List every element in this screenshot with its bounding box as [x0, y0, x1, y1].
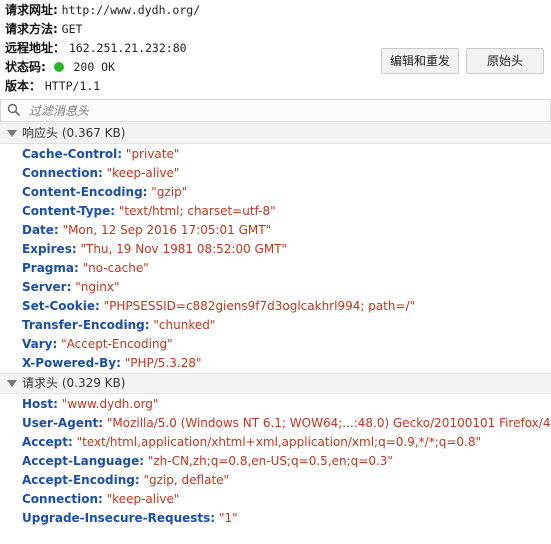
- search-icon: [7, 103, 21, 117]
- header-name: Connection:: [22, 166, 103, 180]
- header-value: "Thu, 19 Nov 1981 08:52:00 GMT": [80, 242, 288, 256]
- header-value: "keep-alive": [106, 166, 180, 180]
- edit-and-resend-button[interactable]: 编辑和重发: [381, 48, 459, 74]
- request-headers-section-toggle[interactable]: 请求头 (0.329 KB): [0, 373, 551, 394]
- header-value: "Mozilla/5.0 (Windows NT 6.1; WOW64;...:…: [106, 416, 551, 430]
- request-url-row: 请求网址: http://www.dydh.org/: [5, 1, 200, 20]
- header-row[interactable]: Upgrade-Insecure-Requests: "1": [22, 509, 238, 528]
- header-value: "private": [125, 147, 180, 161]
- header-value: "keep-alive": [106, 492, 180, 506]
- request-method-label: 请求方法:: [5, 22, 58, 36]
- header-row[interactable]: Accept: "text/html,application/xhtml+xml…: [22, 433, 481, 452]
- request-url-label: 请求网址:: [5, 3, 58, 17]
- response-headers-title: 响应头 (0.367 KB): [22, 126, 126, 140]
- filter-headers-input[interactable]: [27, 102, 531, 120]
- http-version-value: HTTP/1.1: [44, 79, 101, 93]
- request-method-value: GET: [61, 22, 83, 36]
- filter-headers-box[interactable]: [0, 99, 551, 122]
- header-value: "nginx": [75, 280, 120, 294]
- header-name: Accept-Language:: [22, 454, 145, 468]
- header-value: "chunked": [153, 318, 216, 332]
- header-value: "text/html,application/xhtml+xml,applica…: [76, 435, 482, 449]
- header-row[interactable]: Content-Encoding: "gzip": [22, 183, 187, 202]
- remote-address-label: 远程地址：: [5, 41, 66, 55]
- header-name: Host:: [22, 397, 58, 411]
- status-ok-icon: [53, 62, 64, 72]
- status-code-value: 200 OK: [73, 60, 116, 74]
- response-headers-section-toggle[interactable]: 响应头 (0.367 KB): [0, 123, 551, 144]
- status-code-label: 状态码:: [5, 60, 46, 74]
- header-name: Content-Encoding:: [22, 185, 148, 199]
- header-name: Cache-Control:: [22, 147, 123, 161]
- header-name: Transfer-Encoding:: [22, 318, 150, 332]
- header-value: "1": [218, 511, 238, 525]
- request-url-value: http://www.dydh.org/: [61, 3, 201, 17]
- header-row[interactable]: Date: "Mon, 12 Sep 2016 17:05:01 GMT": [22, 221, 271, 240]
- expand-triangle-icon: [7, 130, 17, 137]
- http-version-row: 版本： HTTP/1.1: [5, 77, 100, 96]
- header-value: "www.dydh.org": [61, 397, 159, 411]
- header-value: "gzip, deflate": [143, 473, 230, 487]
- request-summary: 请求网址: http://www.dydh.org/ 请求方法: GET 远程地…: [0, 0, 551, 100]
- header-row[interactable]: Connection: "keep-alive": [22, 490, 179, 509]
- header-row[interactable]: Pragma: "no-cache": [22, 259, 149, 278]
- header-name: Accept-Encoding:: [22, 473, 140, 487]
- header-row[interactable]: Connection: "keep-alive": [22, 164, 179, 183]
- header-row[interactable]: Set-Cookie: "PHPSESSID=c882giens9f7d3ogl…: [22, 297, 415, 316]
- remote-address-row: 远程地址： 162.251.21.232:80: [5, 39, 187, 58]
- header-row[interactable]: Content-Type: "text/html; charset=utf-8": [22, 202, 276, 221]
- header-value: "PHPSESSID=c882giens9f7d3oglcakhrl994; p…: [103, 299, 416, 313]
- header-row[interactable]: Expires: "Thu, 19 Nov 1981 08:52:00 GMT": [22, 240, 287, 259]
- header-name: Pragma:: [22, 261, 79, 275]
- header-row[interactable]: Vary: "Accept-Encoding": [22, 335, 173, 354]
- expand-triangle-icon: [7, 380, 17, 387]
- header-name: Content-Type:: [22, 204, 116, 218]
- raw-headers-button[interactable]: 原始头: [466, 48, 544, 74]
- header-row[interactable]: Cache-Control: "private": [22, 145, 179, 164]
- header-value: "zh-CN,zh;q=0.8,en-US;q=0.5,en;q=0.3": [147, 454, 393, 468]
- header-row[interactable]: Server: "nginx": [22, 278, 120, 297]
- header-value: "text/html; charset=utf-8": [118, 204, 276, 218]
- header-name: Set-Cookie:: [22, 299, 100, 313]
- http-version-label: 版本：: [5, 79, 42, 93]
- header-name: Server:: [22, 280, 72, 294]
- header-value: "no-cache": [82, 261, 149, 275]
- header-name: Upgrade-Insecure-Requests:: [22, 511, 216, 525]
- header-name: Expires:: [22, 242, 77, 256]
- remote-address-value: 162.251.21.232:80: [68, 41, 187, 55]
- header-row[interactable]: User-Agent: "Mozilla/5.0 (Windows NT 6.1…: [22, 414, 551, 433]
- header-name: Accept:: [22, 435, 73, 449]
- header-row[interactable]: X-Powered-By: "PHP/5.3.28": [22, 354, 202, 373]
- header-value: "gzip": [151, 185, 188, 199]
- header-name: Date:: [22, 223, 59, 237]
- header-row[interactable]: Accept-Encoding: "gzip, deflate": [22, 471, 229, 490]
- header-name: Connection:: [22, 492, 103, 506]
- request-method-row: 请求方法: GET: [5, 20, 82, 39]
- header-row[interactable]: Transfer-Encoding: "chunked": [22, 316, 215, 335]
- header-row[interactable]: Host: "www.dydh.org": [22, 395, 158, 414]
- header-row[interactable]: Accept-Language: "zh-CN,zh;q=0.8,en-US;q…: [22, 452, 393, 471]
- header-name: User-Agent:: [22, 416, 104, 430]
- status-code-row: 状态码: 200 OK: [5, 58, 115, 77]
- header-value: "PHP/5.3.28": [124, 356, 202, 370]
- header-value: "Mon, 12 Sep 2016 17:05:01 GMT": [62, 223, 272, 237]
- header-name: X-Powered-By:: [22, 356, 121, 370]
- header-value: "Accept-Encoding": [61, 337, 173, 351]
- header-name: Vary:: [22, 337, 58, 351]
- request-headers-title: 请求头 (0.329 KB): [22, 376, 126, 390]
